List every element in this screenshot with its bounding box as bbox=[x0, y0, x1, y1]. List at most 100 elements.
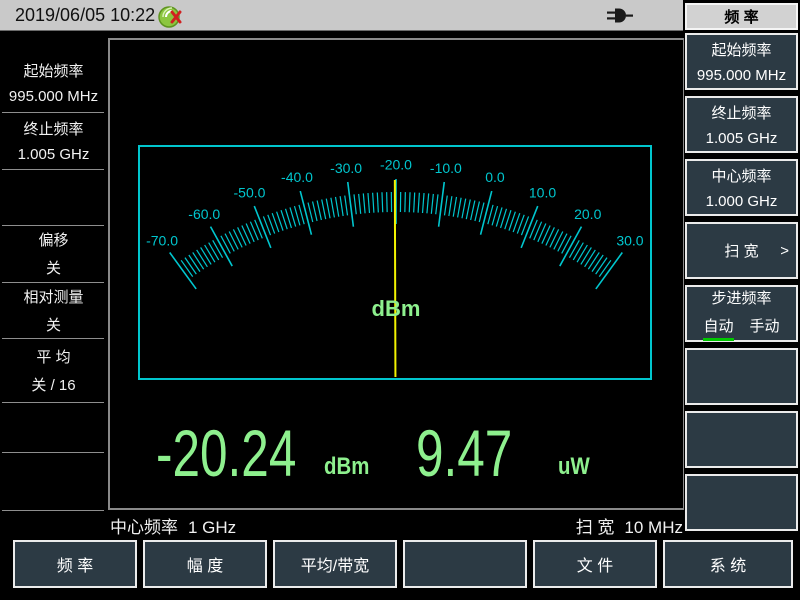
param-start-frequency-line-2: 995.000 MHz bbox=[8, 88, 99, 105]
gauge-minor-tick bbox=[576, 244, 588, 263]
panel-divider bbox=[2, 112, 104, 113]
gauge-major-tick bbox=[479, 190, 493, 235]
softkey-stop-frequency-label-2: 1.005 GHz bbox=[705, 130, 778, 147]
menu-frequency[interactable]: 频 率 bbox=[13, 540, 137, 588]
param-blank-1 bbox=[0, 169, 107, 225]
softkey-start-frequency-label-1: 起始频率 bbox=[711, 42, 772, 59]
menu-system[interactable]: 系 统 bbox=[663, 540, 793, 588]
gauge-minor-tick bbox=[553, 231, 564, 250]
param-average-line-1: 平 均 bbox=[36, 348, 71, 366]
param-offset: 偏移关 bbox=[0, 225, 107, 282]
gauge-minor-tick bbox=[404, 192, 406, 213]
gauge-minor-tick bbox=[241, 225, 251, 244]
gauge-minor-tick bbox=[200, 247, 212, 265]
gauge-minor-tick bbox=[572, 242, 584, 261]
param-stop-frequency-line-2: 1.005 GHz bbox=[17, 146, 90, 163]
param-relative-measure-line-2: 关 bbox=[45, 316, 61, 334]
gauge-minor-tick bbox=[293, 205, 301, 226]
gauge-minor-tick bbox=[470, 200, 476, 221]
gauge-minor-tick bbox=[289, 207, 297, 227]
panel-divider bbox=[2, 282, 104, 283]
softkey-stop-frequency[interactable]: 终止频率 1.005 GHz bbox=[685, 96, 798, 153]
panel-divider bbox=[2, 225, 104, 226]
param-relative-measure-line-1: 相对测量 bbox=[23, 288, 84, 306]
gauge-minor-tick bbox=[362, 193, 366, 214]
gauge-minor-tick bbox=[448, 196, 453, 217]
analog-meter-gauge: -70.0 -60.0 -50.0 -40.0 -30.0 -20.0 -10.0 0.0 10… bbox=[138, 145, 652, 380]
softkey-step-frequency-option-1[interactable]: 自动 bbox=[703, 315, 734, 341]
power-meter-screen: { "colors": { "gauge_cyan": "#00c6ce", "… bbox=[0, 0, 800, 600]
gauge-minor-tick bbox=[580, 247, 592, 265]
softkey-blank-1[interactable] bbox=[685, 348, 798, 405]
panel-divider bbox=[2, 169, 104, 170]
gauge-minor-tick bbox=[421, 193, 425, 214]
gauge-scale-label: -70.0 bbox=[146, 233, 178, 249]
softkey-center-frequency-label-1: 中心频率 bbox=[711, 168, 772, 185]
gauge-minor-tick bbox=[298, 204, 305, 225]
gauge-major-tick bbox=[253, 205, 272, 249]
param-start-frequency-line-1: 起始频率 bbox=[23, 63, 84, 80]
menu-file[interactable]: 文 件 bbox=[533, 540, 657, 588]
softkey-step-frequency[interactable]: 步进频率自动 手动 bbox=[685, 285, 798, 342]
softkey-center-frequency-label-2: 1.000 GHz bbox=[705, 193, 778, 210]
gauge-minor-tick bbox=[316, 200, 322, 221]
gauge-minor-tick bbox=[487, 204, 494, 225]
gauge-minor-tick bbox=[212, 239, 224, 258]
center-frequency-value: 1 GHz bbox=[188, 518, 237, 537]
gauge-minor-tick bbox=[228, 231, 239, 250]
softkey-step-frequency-option-2[interactable]: 手动 bbox=[750, 315, 780, 341]
span-readout: 扫 宽 10 MHz bbox=[575, 513, 683, 537]
gauge-minor-tick bbox=[474, 201, 481, 222]
span-value: 10 MHz bbox=[624, 518, 683, 537]
panel-divider bbox=[2, 402, 104, 403]
gauge-major-tick bbox=[169, 252, 197, 290]
gauge-minor-tick bbox=[372, 192, 375, 213]
softkey-blank-3[interactable] bbox=[685, 474, 798, 531]
gauge-minor-tick bbox=[557, 233, 568, 252]
gauge-major-tick bbox=[520, 205, 539, 249]
gauge-minor-tick bbox=[430, 193, 434, 214]
softkey-start-frequency[interactable]: 起始频率 995.000 MHz bbox=[685, 33, 798, 90]
menu-blank[interactable] bbox=[403, 540, 527, 588]
gauge-minor-tick bbox=[443, 195, 448, 216]
softkey-blank-2[interactable] bbox=[685, 411, 798, 468]
gauge-minor-tick bbox=[426, 193, 430, 214]
menu-average-bandwidth[interactable]: 平均/带宽 bbox=[273, 540, 397, 588]
span-label: 扫 宽 bbox=[575, 518, 615, 537]
gauge-minor-tick bbox=[358, 193, 362, 214]
gauge-minor-tick bbox=[587, 252, 600, 270]
gauge-minor-tick bbox=[311, 201, 318, 222]
gauge-minor-tick bbox=[491, 205, 499, 226]
param-stop-frequency-line-1: 终止频率 bbox=[23, 121, 84, 138]
gauge-scale-label: 0.0 bbox=[485, 169, 505, 185]
gauge-minor-tick bbox=[321, 199, 327, 220]
gauge-needle bbox=[393, 179, 397, 378]
gauge-minor-tick bbox=[184, 257, 197, 275]
gauge-minor-tick bbox=[598, 259, 612, 277]
gauge-major-tick bbox=[346, 181, 355, 227]
softkey-span[interactable]: 扫 宽 > bbox=[685, 222, 798, 279]
display-area: -70.0 -60.0 -50.0 -40.0 -30.0 -20.0 -10.0 0.0 10… bbox=[108, 38, 685, 510]
menu-amplitude[interactable]: 幅 度 bbox=[143, 540, 267, 588]
gauge-minor-tick bbox=[237, 227, 247, 246]
gauge-minor-tick bbox=[307, 202, 314, 223]
gauge-scale-label: 10.0 bbox=[529, 185, 556, 201]
gauge-minor-tick bbox=[192, 252, 205, 270]
gauge-minor-tick bbox=[561, 235, 572, 254]
status-bar: 中心频率 1 GHz 扫 宽 10 MHz bbox=[110, 513, 683, 537]
panel-divider bbox=[2, 510, 104, 511]
gauge-minor-tick bbox=[452, 196, 458, 217]
gauge-scale-label: 30.0 bbox=[616, 233, 643, 249]
gauge-minor-tick bbox=[584, 249, 596, 268]
softkey-step-frequency-label-1: 步进频率 bbox=[711, 289, 772, 307]
param-stop-frequency: 终止频率 1.005 GHz bbox=[0, 112, 107, 169]
parameter-panel: 起始频率 995.000 MHz 终止频率 1.005 GHz 偏移关相对测量关平 均关… bbox=[0, 31, 107, 540]
softkey-center-frequency[interactable]: 中心频率 1.000 GHz bbox=[685, 159, 798, 216]
softkey-span-label-1: 扫 宽 bbox=[724, 243, 759, 260]
power-reading-watts-unit: uW bbox=[558, 453, 590, 480]
param-start-frequency: 起始频率 995.000 MHz bbox=[0, 53, 107, 112]
softkey-start-frequency-label-2: 995.000 MHz bbox=[696, 67, 787, 84]
gauge-minor-tick bbox=[334, 196, 340, 217]
gauge-minor-tick bbox=[376, 192, 379, 213]
gauge-minor-tick bbox=[417, 192, 420, 213]
